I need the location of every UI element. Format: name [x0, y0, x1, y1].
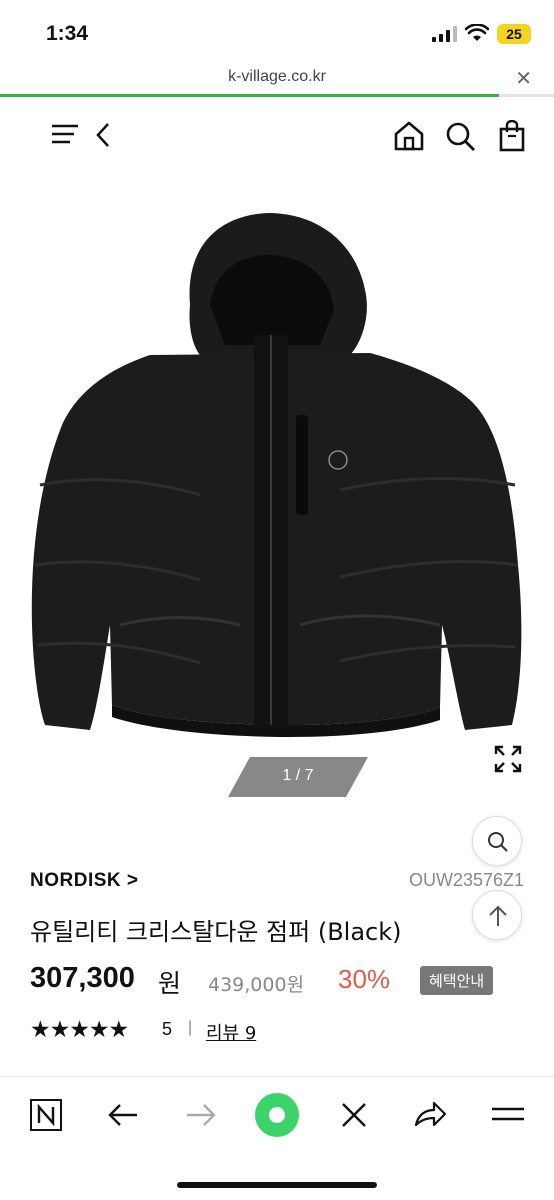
- close-icon[interactable]: [336, 1097, 372, 1133]
- discount-rate: 30%: [338, 964, 391, 994]
- back-icon[interactable]: [90, 120, 114, 150]
- menu-lines-icon[interactable]: [490, 1097, 526, 1133]
- green-dot-icon[interactable]: [253, 1091, 301, 1139]
- shopping-bag-icon[interactable]: [496, 120, 528, 152]
- battery-indicator: 25: [497, 24, 531, 44]
- product-name: 유틸리티 크리스탈다운 점퍼 (Black): [30, 918, 402, 946]
- floating-search-button[interactable]: [472, 816, 522, 866]
- signal-icon: [432, 26, 457, 42]
- rating-stars: ★★★★★: [30, 1016, 129, 1042]
- status-time: 1:34: [46, 22, 89, 45]
- url-bar[interactable]: k-village.co.kr ✕: [0, 62, 554, 96]
- rating-row: ★★★★★ 5 | 리뷰 9: [30, 1016, 330, 1044]
- product-image-jacket[interactable]: [0, 185, 554, 805]
- naver-icon[interactable]: [28, 1097, 64, 1133]
- page-load-progress: [0, 94, 554, 97]
- price-row: 307,300 원 439,000원 30% 혜택안내: [30, 962, 530, 998]
- home-icon[interactable]: [392, 120, 426, 152]
- search-icon[interactable]: [444, 120, 478, 152]
- original-price: 439,000원: [208, 974, 305, 996]
- sale-price: 307,300: [30, 962, 135, 994]
- product-code: OUW23576Z1: [408, 870, 524, 890]
- review-link[interactable]: 리뷰 9: [206, 1019, 256, 1045]
- gallery-pager: 1 / 7: [228, 757, 368, 797]
- site-header: [0, 112, 554, 162]
- close-icon[interactable]: ✕: [515, 66, 532, 91]
- search-icon: [488, 832, 508, 852]
- rating-separator: |: [188, 1019, 193, 1036]
- fullscreen-icon[interactable]: [493, 744, 523, 774]
- wifi-icon: [465, 24, 489, 41]
- currency-label: 원: [158, 969, 182, 998]
- share-icon[interactable]: [412, 1097, 448, 1133]
- status-bar: 1:34 25: [0, 0, 554, 62]
- rating-value: 5: [162, 1019, 173, 1039]
- forward-arrow-icon[interactable]: [183, 1097, 219, 1133]
- brand-link[interactable]: NORDISK >: [30, 870, 139, 892]
- back-arrow-icon[interactable]: [105, 1097, 141, 1133]
- url-text[interactable]: k-village.co.kr: [0, 68, 554, 86]
- arrow-up-icon: [489, 905, 507, 926]
- pager-text: 1 / 7: [282, 767, 314, 784]
- home-indicator: [177, 1182, 377, 1188]
- scroll-top-button[interactable]: [472, 890, 522, 940]
- menu-icon[interactable]: [48, 120, 82, 150]
- progress-fill: [0, 94, 499, 97]
- browser-toolbar: [0, 1076, 554, 1154]
- benefit-info-button[interactable]: 혜택안내: [420, 966, 494, 995]
